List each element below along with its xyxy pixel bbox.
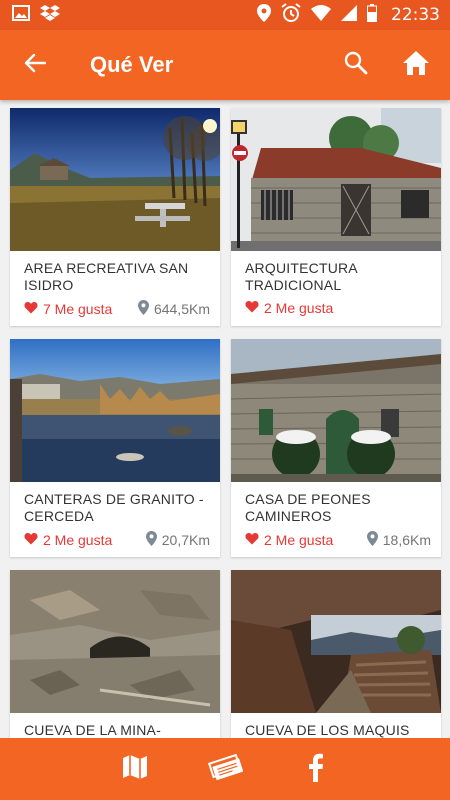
tickets-icon bbox=[207, 753, 244, 786]
place-photo bbox=[10, 570, 220, 713]
dropbox-icon bbox=[40, 4, 60, 27]
signal-icon bbox=[341, 4, 357, 26]
heart-icon bbox=[245, 532, 259, 548]
place-title: CANTERAS DE GRANITO - CERCEDA bbox=[24, 491, 204, 524]
likes-count[interactable]: 7 Me gusta bbox=[24, 301, 112, 317]
place-meta: 2 Me gusta 20,7Km bbox=[24, 531, 210, 549]
place-meta: 2 Me gusta 18,6Km bbox=[245, 531, 431, 549]
place-card[interactable]: ARQUITECTURA TRADICIONAL 2 Me gusta bbox=[231, 108, 441, 326]
place-photo bbox=[231, 108, 441, 251]
location-icon bbox=[257, 3, 271, 27]
likes-label: 2 Me gusta bbox=[264, 300, 334, 316]
map-icon bbox=[121, 753, 149, 786]
place-card[interactable]: CANTERAS DE GRANITO - CERCEDA 2 Me gusta… bbox=[10, 339, 220, 557]
place-title: CUEVA DE LA MINA- bbox=[24, 722, 161, 738]
place-title: AREA RECREATIVA SAN ISIDRO bbox=[24, 260, 189, 293]
distance-label: 18,6Km bbox=[382, 532, 431, 548]
status-bar: 22:33 bbox=[0, 0, 450, 30]
place-photo bbox=[10, 339, 220, 482]
back-button[interactable] bbox=[0, 30, 70, 100]
distance: 644,5Km bbox=[137, 300, 210, 318]
heart-icon bbox=[24, 301, 38, 317]
likes-count[interactable]: 2 Me gusta bbox=[245, 532, 333, 548]
image-icon bbox=[12, 4, 30, 26]
wifi-icon bbox=[311, 4, 331, 26]
heart-icon bbox=[24, 532, 38, 548]
likes-count[interactable]: 2 Me gusta bbox=[245, 300, 333, 316]
page-title: Qué Ver bbox=[90, 52, 174, 77]
place-photo bbox=[10, 108, 220, 251]
app-bar: Qué Ver bbox=[0, 30, 450, 100]
place-card[interactable]: CUEVA DE LOS MAQUIS bbox=[231, 570, 441, 738]
likes-count[interactable]: 2 Me gusta bbox=[24, 532, 112, 548]
location-pin-icon bbox=[145, 531, 157, 549]
place-card[interactable]: CASA DE PEONES CAMINEROS 2 Me gusta 18,6… bbox=[231, 339, 441, 557]
distance: 18,6Km bbox=[366, 531, 431, 549]
location-pin-icon bbox=[366, 531, 378, 549]
search-button[interactable] bbox=[326, 30, 386, 100]
facebook-button[interactable] bbox=[290, 744, 340, 794]
place-photo bbox=[231, 339, 441, 482]
places-grid: AREA RECREATIVA SAN ISIDRO 7 Me gusta 64… bbox=[0, 100, 450, 738]
place-meta: 7 Me gusta 644,5Km bbox=[24, 300, 210, 318]
map-button[interactable] bbox=[110, 744, 160, 794]
likes-label: 2 Me gusta bbox=[264, 532, 334, 548]
place-photo bbox=[231, 570, 441, 713]
distance-label: 644,5Km bbox=[153, 301, 210, 317]
likes-label: 7 Me gusta bbox=[43, 301, 113, 317]
place-card[interactable]: CUEVA DE LA MINA- bbox=[10, 570, 220, 738]
distance: 20,7Km bbox=[145, 531, 210, 549]
bottom-bar bbox=[0, 738, 450, 800]
tickets-button[interactable] bbox=[200, 744, 250, 794]
facebook-icon bbox=[306, 752, 324, 787]
home-button[interactable] bbox=[386, 30, 446, 100]
arrow-back-icon bbox=[24, 53, 47, 78]
place-title: ARQUITECTURA TRADICIONAL bbox=[245, 260, 358, 293]
search-icon bbox=[344, 51, 368, 80]
heart-icon bbox=[245, 300, 259, 316]
clock: 22:33 bbox=[391, 5, 440, 25]
place-card[interactable]: AREA RECREATIVA SAN ISIDRO 7 Me gusta 64… bbox=[10, 108, 220, 326]
home-icon bbox=[402, 50, 430, 81]
place-title: CUEVA DE LOS MAQUIS bbox=[245, 722, 410, 738]
battery-icon bbox=[367, 3, 377, 27]
likes-label: 2 Me gusta bbox=[43, 532, 113, 548]
distance-label: 20,7Km bbox=[161, 532, 210, 548]
place-meta: 2 Me gusta bbox=[245, 300, 431, 316]
alarm-icon bbox=[281, 2, 301, 28]
location-pin-icon bbox=[137, 300, 149, 318]
place-title: CASA DE PEONES CAMINEROS bbox=[245, 491, 371, 524]
